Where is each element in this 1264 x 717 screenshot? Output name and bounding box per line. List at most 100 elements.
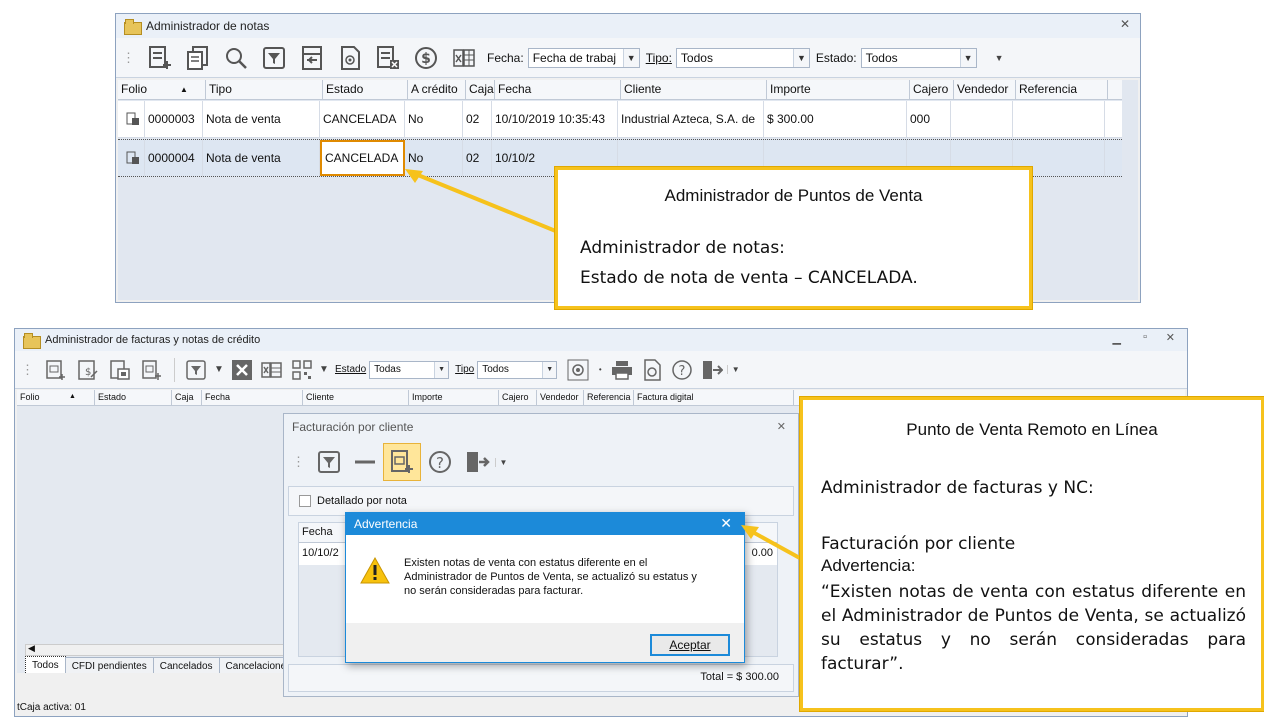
print-icon[interactable] [607,359,637,381]
fecha-label: Fecha: [487,50,524,65]
row-icon [118,101,145,137]
col-cajero[interactable]: Cajero [499,390,537,405]
chevron-down-icon[interactable]: ▼ [622,48,639,67]
chevron-down-icon[interactable]: ▼ [434,361,449,378]
qr-code-icon[interactable] [287,359,317,381]
chevron-down-icon[interactable]: ▼ [542,361,557,378]
aceptar-button[interactable]: Aceptar [650,634,730,656]
close-icon[interactable]: ✕ [777,420,786,433]
col-folio[interactable]: Folio [118,80,206,99]
toolbar-grip[interactable]: ⋮ [122,50,135,66]
col-factura-digital[interactable]: Factura digital [634,390,794,405]
col-fecha[interactable]: Fecha [202,390,303,405]
col-fecha[interactable]: Fecha [302,526,333,538]
chevron-down-icon[interactable]: ▼ [959,48,976,67]
toolbar-grip[interactable]: ⋮ [21,362,34,378]
cancel-note-icon[interactable] [369,45,407,71]
col-cliente[interactable]: Cliente [621,80,767,99]
tab-todos[interactable]: Todos [25,656,66,673]
help-icon[interactable]: ? [667,359,697,381]
tab-cfdi-pendientes[interactable]: CFDI pendientes [64,657,154,673]
detallado-checkbox[interactable] [299,495,311,507]
email-icon[interactable] [331,45,369,71]
export-icon[interactable] [293,45,331,71]
estado-select[interactable]: Todos ▼ [860,47,977,68]
tab-cancelaciones[interactable]: Cancelacione [218,657,294,673]
exit-icon[interactable] [697,359,727,381]
col-caja[interactable]: Caja [172,390,202,405]
estado-value: Todos [865,50,898,65]
invoice-add-icon[interactable] [136,359,168,381]
cell-cliente: Industrial Azteca, S.A. de [618,101,764,137]
chevron-down-icon[interactable]: • [593,365,607,374]
col-vendedor[interactable]: Vendedor [954,80,1016,99]
preview-icon[interactable] [637,358,667,381]
chevron-down-icon[interactable]: ▼ [211,364,227,375]
facturas-titlebar: Administrador de facturas y notas de cré… [15,329,1187,351]
new-note-icon[interactable] [141,45,179,71]
svg-text:$: $ [85,367,91,378]
toolbar-overflow-icon[interactable]: ▼ [495,457,511,467]
payment-icon[interactable]: $ [407,45,445,71]
col-cliente[interactable]: Cliente [303,390,409,405]
col-importe[interactable]: Importe [409,390,499,405]
delete-icon[interactable] [227,359,257,381]
col-tipo[interactable]: Tipo [206,80,323,99]
chevron-down-icon[interactable]: ▼ [317,364,331,375]
callout-top-line2: Estado de nota de venta – CANCELADA. [580,268,918,288]
col-caja[interactable]: Caja [466,80,495,99]
horizontal-scrollbar[interactable]: ◀ [25,643,287,656]
excel-icon[interactable] [445,46,483,70]
col-referencia[interactable]: Referencia [1016,80,1108,99]
new-invoice-icon[interactable] [383,443,421,481]
tab-cancelados[interactable]: Cancelados [152,657,220,673]
cell-vendedor [951,101,1013,137]
sort-ascending-icon: ▲ [180,85,188,94]
col-estado[interactable]: Estado [95,390,172,405]
col-estado[interactable]: Estado [323,80,408,99]
invoice-view-icon[interactable] [104,359,136,381]
estado-select[interactable]: Todas ▼ [369,360,450,379]
cell-fecha: 10/10/2019 10:35:43 [492,101,618,137]
toolbar-grip[interactable]: ⋮ [292,454,305,470]
col-folio[interactable]: Folio [17,390,95,405]
filter-icon[interactable] [181,359,211,381]
chevron-down-icon[interactable]: ▼ [792,48,809,67]
minimize-icon[interactable]: ▁ [1113,332,1121,345]
col-importe[interactable]: Importe [767,80,910,99]
close-icon[interactable]: ✕ [1166,331,1175,344]
tipo-select[interactable]: Todos ▼ [477,360,558,379]
col-cajero[interactable]: Cajero [910,80,954,99]
fecha-select[interactable]: Fecha de trabaj ▼ [527,47,640,68]
col-fecha[interactable]: Fecha [495,80,621,99]
tipo-select[interactable]: Todos ▼ [675,47,810,68]
toolbar-overflow-icon[interactable]: ▼ [727,365,743,374]
remove-icon[interactable] [347,449,383,475]
maximize-icon[interactable]: ▫ [1143,331,1147,343]
email-icon[interactable] [563,359,593,381]
callout-bottom-line1: Administrador de facturas y NC: [821,478,1094,498]
toolbar-overflow-icon[interactable]: ▼ [995,53,1004,63]
callout-bottom-title: Punto de Venta Remoto en Línea [906,420,1158,439]
excel-icon[interactable] [257,359,287,381]
credit-note-icon[interactable]: $ [72,359,104,381]
filter-icon[interactable] [255,45,293,71]
col-credito[interactable]: A crédito [408,80,466,99]
copy-note-icon[interactable] [179,45,217,71]
filter-icon[interactable] [311,449,347,475]
tipo-label: Tipo [455,364,475,375]
close-icon[interactable]: ✕ [720,515,732,532]
exit-icon[interactable] [459,449,495,475]
help-icon[interactable]: ? [421,449,459,475]
warning-icon [360,557,390,584]
col-referencia[interactable]: Referencia [584,390,634,405]
search-icon[interactable] [217,45,255,71]
scroll-left-icon[interactable]: ◀ [28,643,35,654]
new-invoice-icon[interactable] [40,359,72,381]
cell-credito: No [405,101,463,137]
cell-folio: 0000003 [145,101,203,137]
close-icon[interactable]: ✕ [1120,17,1130,31]
cell-cajero: 000 [907,101,951,137]
col-vendedor[interactable]: Vendedor [537,390,584,405]
table-row[interactable]: 0000003 Nota de venta CANCELADA No 02 10… [118,101,1122,138]
